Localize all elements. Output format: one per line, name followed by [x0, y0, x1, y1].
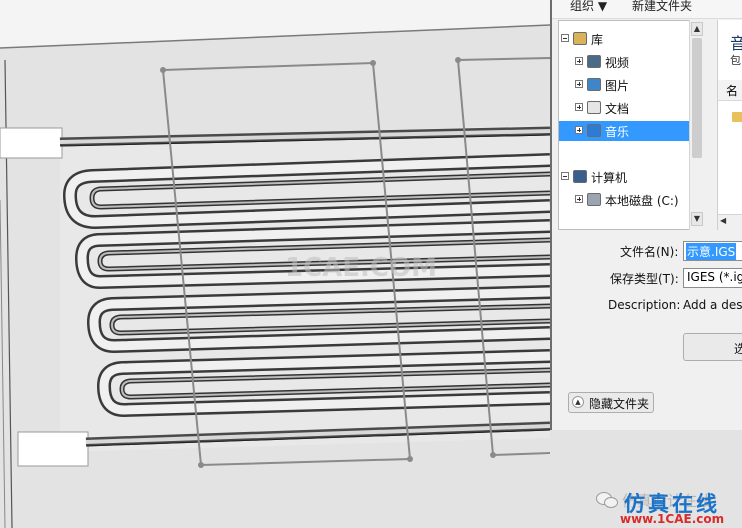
scroll-up-arrow-icon[interactable]: ▲ — [691, 22, 703, 36]
description-label: Description: — [608, 298, 681, 312]
tree-item[interactable]: 本地磁盘 (C:) — [559, 190, 697, 210]
video-library-icon — [587, 55, 601, 68]
filename-input[interactable]: 示意.IGS — [683, 241, 742, 261]
filename-value: 示意.IGS — [686, 243, 737, 260]
options-button[interactable]: 选 — [683, 333, 742, 361]
horizontal-scrollbar[interactable]: ◀ — [718, 214, 742, 230]
expand-plus-icon[interactable] — [575, 57, 583, 65]
document-library-icon — [587, 101, 601, 114]
wechat-icon — [596, 490, 618, 508]
folder-icon[interactable] — [732, 112, 742, 122]
savetype-label: 保存类型(T): — [610, 272, 679, 286]
tree-item[interactable]: 库 — [559, 29, 697, 49]
chevron-up-icon: ▲ — [572, 396, 584, 408]
expand-plus-icon[interactable] — [575, 80, 583, 88]
computer-icon — [573, 170, 587, 183]
hide-folders-label: 隐藏文件夹 — [589, 397, 650, 411]
description-value: Add a des — [683, 298, 742, 312]
picture-library-icon — [587, 78, 601, 91]
library-icon — [573, 32, 587, 45]
scroll-left-arrow-icon[interactable]: ◀ — [720, 216, 726, 225]
tree-item-label: 库 — [591, 33, 604, 47]
savetype-select[interactable]: IGES (*.igs — [683, 268, 742, 288]
expand-plus-icon[interactable] — [575, 103, 583, 111]
organize-menu-button[interactable]: 组织 ▼ — [570, 0, 607, 14]
hide-folders-button[interactable]: ▲ 隐藏文件夹 — [568, 392, 654, 413]
center-watermark: 1CAE.COM — [285, 253, 437, 283]
tree-item[interactable]: 计算机 — [559, 167, 697, 187]
brand-url: www.1CAE.com — [620, 512, 725, 526]
filename-label: 文件名(N): — [620, 245, 679, 259]
scroll-down-arrow-icon[interactable]: ▼ — [691, 212, 703, 226]
pane-subtitle: 包 — [730, 54, 741, 67]
local-disk-icon — [587, 193, 601, 206]
tree-item-label: 音乐 — [605, 125, 630, 139]
collapse-minus-icon[interactable] — [561, 172, 569, 180]
file-list-pane[interactable]: 音 包 名 ◀ — [717, 20, 742, 230]
dialog-toolbar: 组织 ▼ 新建文件夹 — [552, 0, 742, 19]
tree-item-label: 文档 — [605, 102, 630, 116]
tree-item-label: 计算机 — [591, 171, 628, 185]
music-library-icon — [587, 124, 601, 137]
expand-plus-icon[interactable] — [575, 126, 583, 134]
tree-scrollbar[interactable]: ▲ ▼ — [689, 20, 704, 230]
savetype-value: IGES (*.igs — [687, 270, 742, 284]
tree-item-label: 本地磁盘 (C:) — [605, 194, 679, 208]
collapse-minus-icon[interactable] — [561, 34, 569, 42]
tree-item[interactable]: 文档 — [559, 98, 697, 118]
new-folder-button[interactable]: 新建文件夹 — [632, 0, 692, 14]
tree-item-label: 视频 — [605, 56, 630, 70]
tree-item[interactable]: 视频 — [559, 52, 697, 72]
expand-plus-icon[interactable] — [575, 195, 583, 203]
tree-item-label: 图片 — [605, 79, 630, 93]
pane-title: 音 — [730, 30, 742, 54]
save-file-dialog: 组织 ▼ 新建文件夹 库视频图片文档音乐计算机本地磁盘 (C:) ▲ ▼ 音 包… — [550, 0, 742, 430]
column-header[interactable]: 名 — [718, 80, 742, 101]
scroll-thumb[interactable] — [692, 38, 702, 158]
tree-item[interactable]: 音乐 — [559, 121, 697, 141]
tree-item[interactable]: 图片 — [559, 75, 697, 95]
folder-tree[interactable]: 库视频图片文档音乐计算机本地磁盘 (C:) — [558, 20, 702, 230]
